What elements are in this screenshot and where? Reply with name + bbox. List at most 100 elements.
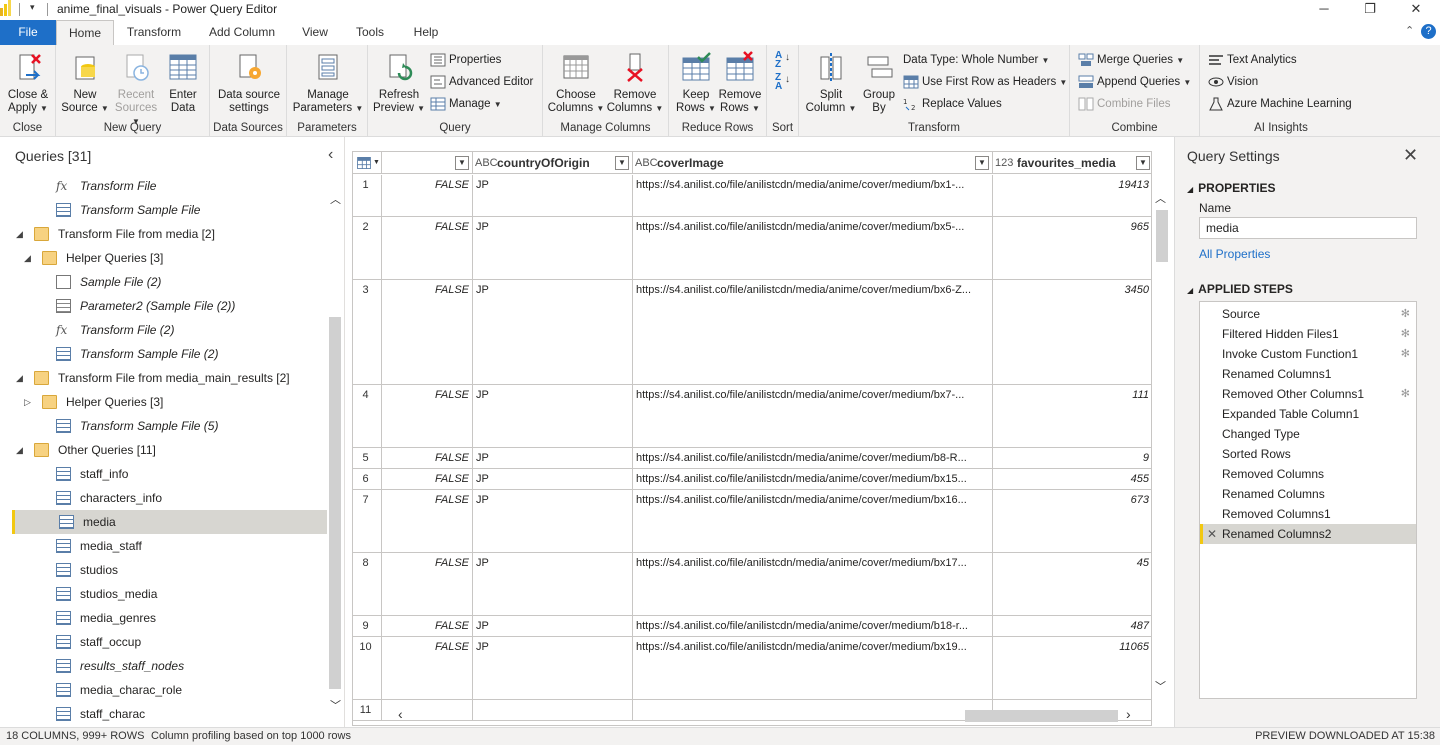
- applied-step[interactable]: Removed Other Columns1 ✻: [1200, 384, 1416, 404]
- table-cell[interactable]: JP: [473, 280, 633, 384]
- remove-rows-button[interactable]: Remove Rows ▼: [717, 51, 763, 115]
- replace-values-button[interactable]: 1 2 Replace Values: [903, 95, 1002, 113]
- queries-scroll-up-icon[interactable]: ︿: [330, 191, 341, 207]
- properties-button[interactable]: Properties: [430, 51, 501, 69]
- table-cell[interactable]: 673: [993, 490, 1151, 552]
- data-source-settings-button[interactable]: Data source settings: [214, 51, 284, 115]
- table-cell[interactable]: https://s4.anilist.co/file/anilistcdn/me…: [633, 448, 993, 468]
- table-cell[interactable]: https://s4.anilist.co/file/anilistcdn/me…: [633, 385, 993, 447]
- table-cell[interactable]: https://s4.anilist.co/file/anilistcdn/me…: [633, 553, 993, 615]
- table-cell[interactable]: https://s4.anilist.co/file/anilistcdn/me…: [633, 469, 993, 489]
- table-menu-header[interactable]: ▼: [353, 152, 382, 174]
- collapse-icon[interactable]: ◢: [24, 246, 31, 270]
- data-type-dropdown[interactable]: Data Type: Whole Number ▼: [903, 51, 1049, 69]
- manage-button[interactable]: Manage ▼: [430, 95, 502, 113]
- close-window-button[interactable]: ✕: [1393, 0, 1439, 20]
- scroll-left-icon[interactable]: ‹: [398, 706, 403, 722]
- table-cell[interactable]: 3450: [993, 280, 1151, 384]
- table-cell[interactable]: JP: [473, 448, 633, 468]
- query-item[interactable]: media_staff: [12, 534, 327, 558]
- query-item[interactable]: studios_media: [12, 582, 327, 606]
- gear-icon[interactable]: ✻: [1401, 384, 1410, 404]
- tab-help[interactable]: Help: [404, 20, 448, 45]
- text-analytics-button[interactable]: Text Analytics: [1208, 51, 1297, 69]
- query-item[interactable]: ◢ Helper Queries [3]: [12, 246, 327, 270]
- grid-scroll-down-icon[interactable]: ﹀: [1155, 678, 1166, 694]
- query-item[interactable]: ◢ Transform File from media_main_results …: [12, 366, 327, 390]
- row-number[interactable]: 7: [353, 490, 382, 552]
- applied-step[interactable]: Removed Columns: [1200, 464, 1416, 484]
- query-item[interactable]: ◢ Other Queries [11]: [12, 438, 327, 462]
- grid-horizontal-scrollbar[interactable]: ‹ ›: [392, 706, 1152, 726]
- remove-columns-button[interactable]: Remove Columns ▼: [605, 51, 665, 115]
- close-apply-button[interactable]: Close & Apply ▼: [6, 51, 50, 115]
- table-cell[interactable]: https://s4.anilist.co/file/anilistcdn/me…: [633, 616, 993, 636]
- table-cell[interactable]: https://s4.anilist.co/file/anilistcdn/me…: [633, 217, 993, 279]
- all-properties-link[interactable]: All Properties: [1199, 247, 1270, 261]
- maximize-button[interactable]: ❐: [1347, 0, 1393, 20]
- use-first-row-as-headers-button[interactable]: Use First Row as Headers ▼: [903, 73, 1067, 91]
- table-cell[interactable]: https://s4.anilist.co/file/anilistcdn/me…: [633, 175, 993, 216]
- table-cell[interactable]: JP: [473, 175, 633, 216]
- split-column-button[interactable]: Split Column ▼: [803, 51, 859, 115]
- collapse-icon[interactable]: ◢: [16, 366, 23, 390]
- table-cell[interactable]: FALSE: [382, 217, 473, 279]
- query-item[interactable]: ▷ Helper Queries [3]: [12, 390, 327, 414]
- query-item[interactable]: staff_occup: [12, 630, 327, 654]
- column-filter-button[interactable]: ▼: [615, 156, 629, 170]
- new-source-button[interactable]: New Source ▼: [60, 51, 110, 115]
- applied-step[interactable]: Invoke Custom Function1 ✻: [1200, 344, 1416, 364]
- query-item[interactable]: Parameter2 (Sample File (2)): [12, 294, 327, 318]
- column-header-favourites-media[interactable]: 123 favourites_media ▼: [993, 152, 1151, 174]
- table-cell[interactable]: FALSE: [382, 448, 473, 468]
- queries-scroll-down-icon[interactable]: ﹀: [330, 697, 341, 713]
- query-item[interactable]: fx Transform File: [12, 174, 327, 198]
- table-cell[interactable]: 45: [993, 553, 1151, 615]
- row-number[interactable]: 6: [353, 469, 382, 489]
- query-item[interactable]: Transform Sample File (2): [12, 342, 327, 366]
- table-cell[interactable]: FALSE: [382, 490, 473, 552]
- column-header-coverimage[interactable]: ABC coverImage ▼: [633, 152, 993, 174]
- merge-queries-button[interactable]: Merge Queries ▼: [1078, 51, 1184, 69]
- table-cell[interactable]: https://s4.anilist.co/file/anilistcdn/me…: [633, 490, 993, 552]
- refresh-preview-button[interactable]: Refresh Preview ▼: [372, 51, 426, 115]
- table-cell[interactable]: JP: [473, 469, 633, 489]
- table-cell[interactable]: 965: [993, 217, 1151, 279]
- grid-vertical-scrollbar[interactable]: [1153, 190, 1169, 690]
- table-cell[interactable]: 111: [993, 385, 1151, 447]
- keep-rows-button[interactable]: Keep Rows ▼: [673, 51, 719, 115]
- scroll-right-icon[interactable]: ›: [1126, 706, 1131, 722]
- status-profiling[interactable]: Column profiling based on top 1000 rows: [151, 728, 351, 745]
- table-cell[interactable]: JP: [473, 490, 633, 552]
- query-item[interactable]: staff_info: [12, 462, 327, 486]
- query-item[interactable]: studios: [12, 558, 327, 582]
- query-item[interactable]: Transform Sample File: [12, 198, 327, 222]
- row-number[interactable]: 3: [353, 280, 382, 384]
- applied-step[interactable]: Expanded Table Column1: [1200, 404, 1416, 424]
- close-settings-icon[interactable]: ✕: [1403, 145, 1418, 166]
- properties-section-header[interactable]: ◢ PROPERTIES: [1187, 181, 1276, 195]
- sort-ascending-button[interactable]: A Z ↓: [775, 51, 790, 70]
- collapse-icon[interactable]: ◢: [16, 438, 23, 462]
- table-cell[interactable]: JP: [473, 553, 633, 615]
- query-item[interactable]: media: [12, 510, 327, 534]
- table-cell[interactable]: FALSE: [382, 385, 473, 447]
- table-cell[interactable]: FALSE: [382, 280, 473, 384]
- combine-files-button[interactable]: Combine Files: [1078, 95, 1171, 113]
- column-filter-button[interactable]: ▼: [1136, 156, 1150, 170]
- recent-sources-button[interactable]: Recent Sources ▼: [111, 51, 161, 128]
- azure-ml-button[interactable]: Azure Machine Learning: [1208, 95, 1352, 113]
- vision-button[interactable]: Vision: [1208, 73, 1258, 91]
- enter-data-button[interactable]: Enter Data: [162, 51, 204, 115]
- gear-icon[interactable]: ✻: [1401, 344, 1410, 364]
- table-cell[interactable]: 9: [993, 448, 1151, 468]
- tab-file[interactable]: File: [0, 20, 56, 45]
- row-number[interactable]: 1: [353, 175, 382, 216]
- applied-step[interactable]: Sorted Rows: [1200, 444, 1416, 464]
- gear-icon[interactable]: ✻: [1401, 324, 1410, 344]
- table-cell[interactable]: FALSE: [382, 553, 473, 615]
- table-cell[interactable]: https://s4.anilist.co/file/anilistcdn/me…: [633, 280, 993, 384]
- query-item[interactable]: Sample File (2): [12, 270, 327, 294]
- table-cell[interactable]: FALSE: [382, 175, 473, 216]
- ribbon-collapse-icon[interactable]: ⌃: [1405, 24, 1414, 37]
